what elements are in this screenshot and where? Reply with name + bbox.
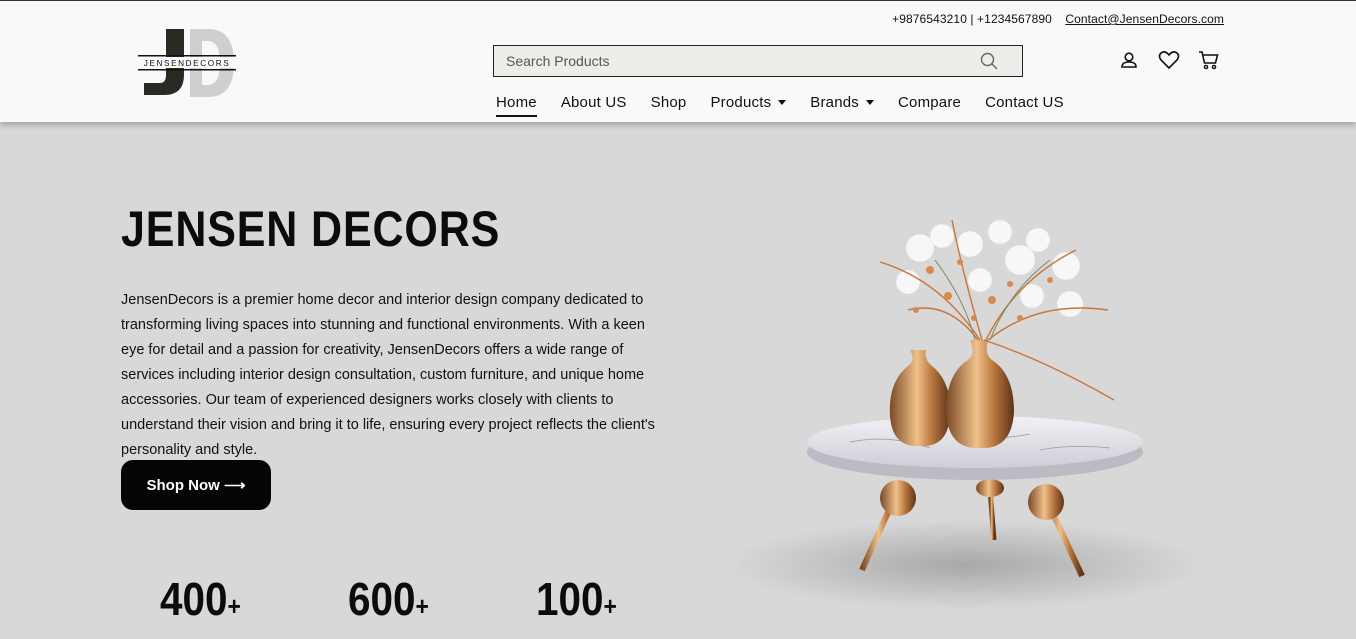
search-input[interactable]: [494, 46, 964, 76]
stat-suffix: +: [415, 591, 429, 621]
cart-icon[interactable]: [1198, 49, 1220, 71]
nav-products[interactable]: Products: [710, 91, 787, 113]
nav-about[interactable]: About US: [561, 91, 627, 113]
stat-suffix: +: [603, 591, 617, 621]
hero-description: JensenDecors is a premier home decor and…: [121, 292, 655, 458]
nav-brands-label: Brands: [810, 93, 859, 111]
chevron-down-icon: [778, 99, 787, 105]
nav-compare-label: Compare: [898, 93, 962, 111]
shop-now-button[interactable]: Shop Now ⟶: [121, 460, 271, 510]
site-header: JENSENDECORS +9876543210 | +1234567890 C…: [0, 0, 1356, 122]
hero-title: JENSEN DECORS: [121, 201, 501, 257]
chevron-down-icon: [866, 99, 874, 105]
main-nav: Home About US Shop Products Brands Compa…: [496, 91, 1088, 117]
search-icon[interactable]: [980, 52, 998, 70]
search-bar: [493, 45, 1023, 77]
stat-suffix: +: [227, 591, 241, 621]
stat-value: 100: [535, 573, 604, 625]
nav-contact-label: Contact US: [985, 93, 1064, 111]
contact-info: +9876543210 | +1234567890 Contact@Jensen…: [892, 12, 1224, 26]
nav-compare[interactable]: Compare: [898, 91, 961, 113]
user-icon[interactable]: [1118, 49, 1140, 71]
stat-item: 600+: [348, 572, 429, 626]
nav-about-label: About US: [560, 93, 627, 111]
email-link[interactable]: Contact@JensenDecors.com: [1065, 12, 1224, 26]
phone-numbers: +9876543210 | +1234567890: [892, 12, 1052, 26]
stat-item: 400+: [160, 572, 241, 626]
nav-home-label: Home: [496, 93, 537, 111]
nav-products-label: Products: [710, 93, 772, 111]
logo-wordmark: JENSENDECORS: [144, 59, 231, 68]
header-icons: [1118, 49, 1220, 71]
heart-icon[interactable]: [1158, 49, 1180, 71]
nav-shop[interactable]: Shop: [651, 91, 687, 113]
stat-item: 100+: [536, 572, 617, 626]
nav-brands[interactable]: Brands: [810, 91, 874, 113]
nav-home[interactable]: Home: [496, 91, 537, 117]
hero-table-vase-image: [720, 200, 1210, 620]
stat-value: 400: [160, 573, 228, 625]
nav-contact[interactable]: Contact US: [985, 91, 1064, 113]
brand-logo[interactable]: JENSENDECORS: [138, 27, 236, 99]
nav-shop-label: Shop: [650, 93, 687, 111]
stats-row: 400+ 600+ 100+: [160, 572, 724, 626]
stat-value: 600: [347, 573, 416, 625]
